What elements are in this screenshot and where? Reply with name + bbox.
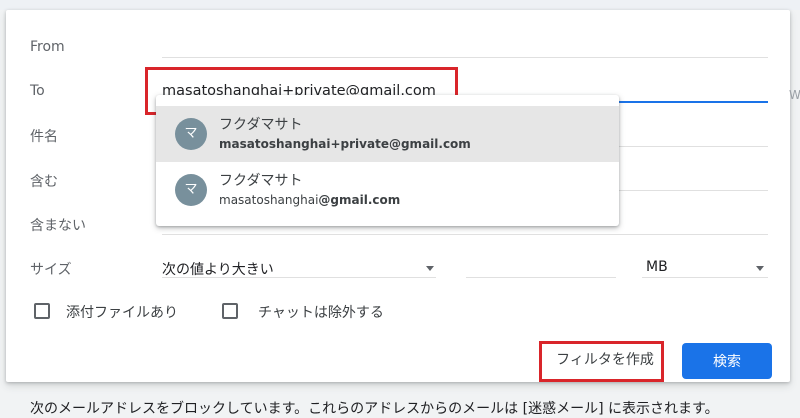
has-attachment-label: 添付ファイルあり [66, 305, 178, 321]
autocomplete-suggestions: マ フクダマサト masatoshanghai+private@gmail.co… [156, 95, 619, 226]
subject-label: 件名 [30, 129, 58, 145]
background-notice-text: 次のメールアドレスをブロックしています。これらのアドレスからのメールは [迷惑メ… [30, 401, 719, 417]
size-operator-dropdown-icon[interactable] [426, 266, 434, 271]
avatar: マ [175, 174, 207, 206]
suggestion-item[interactable]: マ フクダマサト masatoshanghai@gmail.com [156, 162, 619, 218]
suggestion-item[interactable]: マ フクダマサト masatoshanghai+private@gmail.co… [156, 106, 619, 162]
size-operator-select[interactable]: 次の値より大きい [162, 259, 274, 279]
exclude-chats-checkbox[interactable] [222, 303, 238, 319]
create-filter-highlight [539, 341, 664, 382]
search-button[interactable]: 検索 [682, 343, 772, 379]
suggestion-name: フクダマサト [219, 173, 303, 189]
avatar: マ [175, 118, 207, 150]
background-edge-text: W [789, 88, 800, 102]
has-words-label: 含む [30, 174, 58, 190]
suggestion-email: masatoshanghai+private@gmail.com [219, 137, 471, 151]
not-words-field[interactable] [162, 234, 768, 235]
suggestion-email: masatoshanghai@gmail.com [219, 193, 401, 207]
size-unit-underline [642, 277, 768, 278]
page-background-strip [0, 0, 800, 10]
size-value-field[interactable] [466, 277, 616, 278]
to-label: To [30, 83, 45, 99]
size-operator-underline [162, 277, 436, 278]
size-unit-dropdown-icon[interactable] [756, 266, 764, 271]
not-words-label: 含まない [30, 218, 86, 234]
from-field[interactable] [162, 57, 768, 58]
suggestion-name: フクダマサト [219, 117, 303, 133]
exclude-chats-label: チャットは除外する [258, 305, 384, 321]
has-attachment-checkbox[interactable] [34, 303, 50, 319]
size-unit-select[interactable]: MB [646, 259, 668, 275]
size-label: サイズ [30, 262, 72, 278]
from-label: From [30, 39, 65, 55]
